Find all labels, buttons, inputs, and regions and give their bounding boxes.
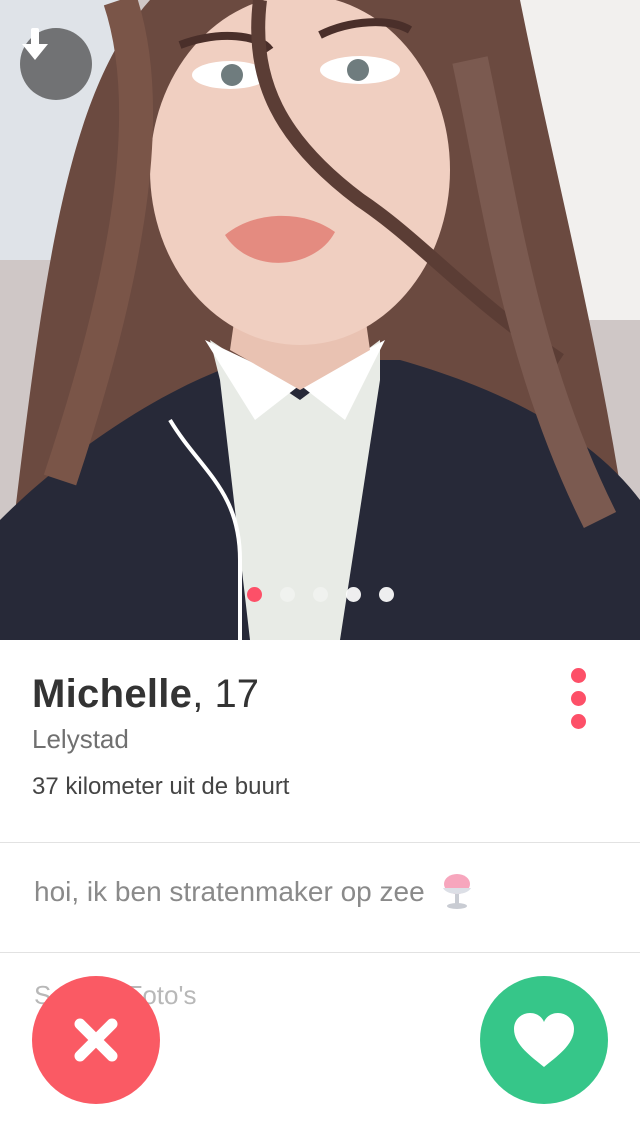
profile-distance: 37 kilometer uit de buurt [32, 773, 290, 800]
profile-bio: hoi, ik ben stratenmaker op zee [34, 872, 475, 912]
heart-icon [514, 1013, 574, 1067]
photo-dot[interactable] [246, 587, 262, 602]
more-options-button[interactable] [562, 668, 594, 732]
profile-age: , 17 [192, 672, 259, 716]
arrow-down-icon [22, 28, 48, 60]
bio-text: hoi, ik ben stratenmaker op zee [34, 876, 425, 907]
photo-illustration [0, 0, 640, 640]
photo-dot[interactable] [279, 587, 295, 602]
profile-info: Michelle, 17 Lelystad 37 kilometer uit d… [32, 670, 289, 801]
collapse-profile-button[interactable] [20, 28, 92, 100]
profile-photo[interactable] [0, 0, 640, 640]
photo-dot[interactable] [345, 587, 361, 602]
name-age: Michelle, 17 [32, 670, 289, 718]
photo-dot[interactable] [312, 587, 328, 602]
profile-city: Lelystad [32, 724, 129, 754]
close-icon [74, 1018, 118, 1062]
photo-dot[interactable] [378, 587, 394, 602]
shaved-ice-icon [442, 874, 471, 909]
profile-name: Michelle [32, 672, 193, 716]
more-vertical-icon [570, 668, 586, 683]
divider [0, 952, 640, 953]
photo-page-indicator [0, 587, 640, 603]
like-button[interactable] [480, 976, 608, 1104]
nope-button[interactable] [32, 976, 160, 1104]
divider [0, 842, 640, 843]
